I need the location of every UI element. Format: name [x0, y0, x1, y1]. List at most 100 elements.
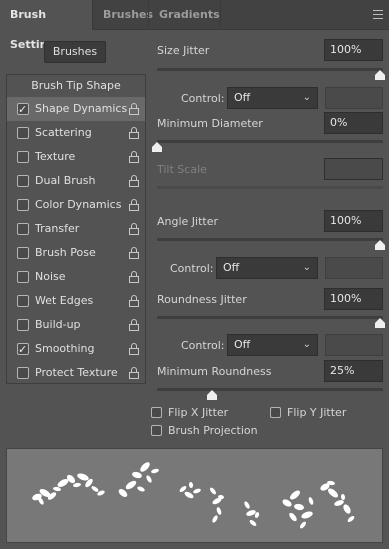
brush-pose-checkbox[interactable]: [17, 247, 29, 259]
option-protect-texture[interactable]: Protect Texture: [7, 361, 145, 385]
size-control-select[interactable]: Off ⌄: [227, 87, 318, 109]
lock-icon[interactable]: [129, 175, 139, 187]
lock-icon[interactable]: [129, 151, 139, 163]
size-control-extra: [325, 87, 383, 109]
angle-control-extra: [325, 257, 383, 279]
flip-x-label: Flip X Jitter: [168, 406, 229, 419]
roundness-jitter-thumb[interactable]: [375, 318, 385, 328]
protect-texture-checkbox[interactable]: [17, 367, 29, 379]
roundness-control-select[interactable]: Off ⌄: [227, 334, 318, 356]
color-dynamics-checkbox[interactable]: [17, 199, 29, 211]
roundness-jitter-slider[interactable]: [157, 316, 383, 319]
smoothing-checkbox[interactable]: [17, 338, 29, 362]
option-build-up[interactable]: Build-up: [7, 313, 145, 337]
option-smoothing[interactable]: Smoothing: [7, 337, 145, 362]
lock-icon[interactable]: [129, 103, 139, 115]
brushes-button[interactable]: Brushes: [44, 41, 106, 63]
option-texture[interactable]: Texture: [7, 145, 145, 169]
minimum-roundness-slider[interactable]: [157, 388, 383, 391]
option-color-dynamics[interactable]: Color Dynamics: [7, 193, 145, 217]
roundness-control-value: Off: [234, 338, 251, 351]
minimum-diameter-label: Minimum Diameter: [157, 117, 263, 130]
size-jitter-thumb[interactable]: [375, 70, 385, 80]
minimum-roundness-field[interactable]: 25%: [324, 360, 383, 382]
lock-icon[interactable]: [129, 367, 139, 379]
option-label: Wet Edges: [35, 294, 94, 307]
lock-icon[interactable]: [129, 295, 139, 307]
tilt-scale-slider: [157, 186, 383, 189]
option-label: Protect Texture: [35, 366, 118, 379]
size-jitter-slider[interactable]: [157, 68, 383, 71]
lock-icon[interactable]: [129, 199, 139, 211]
option-label: Shape Dynamics: [35, 102, 128, 115]
option-wet-edges[interactable]: Wet Edges: [7, 289, 145, 313]
option-label: Dual Brush: [35, 174, 96, 187]
chevron-down-icon: ⌄: [302, 339, 311, 350]
chevron-down-icon: ⌄: [302, 92, 311, 103]
flip-y-label: Flip Y Jitter: [287, 406, 347, 419]
dual-brush-checkbox[interactable]: [17, 175, 29, 187]
minimum-diameter-slider[interactable]: [157, 140, 383, 143]
texture-checkbox[interactable]: [17, 151, 29, 163]
roundness-jitter-label: Roundness Jitter: [157, 293, 247, 306]
minimum-roundness-label: Minimum Roundness: [157, 365, 272, 378]
lock-icon[interactable]: [129, 271, 139, 283]
control-label: Control:: [181, 339, 225, 352]
option-label: Scattering: [35, 126, 92, 139]
stroke-preview-graphic: [32, 462, 355, 529]
brush-tip-shape-item[interactable]: Brush Tip Shape: [7, 75, 145, 97]
tab-brushes[interactable]: Brushes: [92, 0, 153, 30]
option-label: Brush Pose: [35, 246, 96, 259]
flip-x-checkbox[interactable]: [151, 407, 162, 418]
lock-icon[interactable]: [129, 223, 139, 235]
lock-icon[interactable]: [129, 343, 139, 355]
roundness-jitter-field[interactable]: 100%: [324, 288, 383, 310]
option-transfer[interactable]: Transfer: [7, 217, 145, 241]
noise-checkbox[interactable]: [17, 271, 29, 283]
size-control-value: Off: [234, 91, 251, 104]
brush-projection-label: Brush Projection: [168, 424, 258, 437]
size-jitter-field[interactable]: 100%: [324, 39, 383, 61]
lock-icon[interactable]: [129, 319, 139, 331]
build-up-checkbox[interactable]: [17, 319, 29, 331]
tilt-scale-field: [324, 158, 383, 180]
tab-brush-settings[interactable]: Brush Settings: [0, 0, 92, 51]
brush-projection-checkbox[interactable]: [151, 425, 162, 436]
minimum-diameter-thumb[interactable]: [152, 142, 162, 152]
angle-control-select[interactable]: Off ⌄: [216, 257, 318, 279]
chevron-down-icon: ⌄: [302, 262, 311, 273]
tab-bar: Brush Settings Brushes Gradients: [0, 0, 389, 51]
control-label: Control:: [170, 262, 214, 275]
option-label: Color Dynamics: [35, 198, 122, 211]
lock-icon[interactable]: [129, 127, 139, 139]
option-dual-brush[interactable]: Dual Brush: [7, 169, 145, 193]
transfer-checkbox[interactable]: [17, 223, 29, 235]
shape-dynamics-checkbox[interactable]: [17, 98, 29, 122]
angle-jitter-thumb[interactable]: [375, 240, 385, 250]
minimum-roundness-thumb[interactable]: [207, 390, 217, 400]
option-label: Build-up: [35, 318, 81, 331]
lock-icon[interactable]: [129, 247, 139, 259]
angle-control-value: Off: [223, 261, 240, 274]
size-jitter-label: Size Jitter: [157, 44, 210, 57]
angle-jitter-field[interactable]: 100%: [324, 210, 383, 232]
option-shape-dynamics[interactable]: Shape Dynamics: [7, 97, 145, 122]
angle-jitter-slider[interactable]: [157, 238, 383, 241]
option-label: Texture: [35, 150, 76, 163]
option-label: Noise: [35, 270, 66, 283]
angle-jitter-label: Angle Jitter: [157, 215, 219, 228]
option-label: Transfer: [35, 222, 80, 235]
tab-gradients[interactable]: Gradients: [148, 0, 221, 30]
brush-stroke-preview: [6, 448, 383, 543]
wet-edges-checkbox[interactable]: [17, 295, 29, 307]
panel-menu-icon[interactable]: [373, 10, 383, 19]
option-noise[interactable]: Noise: [7, 265, 145, 289]
minimum-diameter-field[interactable]: 0%: [324, 112, 383, 134]
option-label: Smoothing: [35, 342, 95, 355]
roundness-control-extra: [325, 334, 383, 356]
scattering-checkbox[interactable]: [17, 127, 29, 139]
flip-y-checkbox[interactable]: [270, 407, 281, 418]
option-scattering[interactable]: Scattering: [7, 121, 145, 145]
tilt-scale-label: Tilt Scale: [157, 163, 207, 176]
option-brush-pose[interactable]: Brush Pose: [7, 241, 145, 265]
